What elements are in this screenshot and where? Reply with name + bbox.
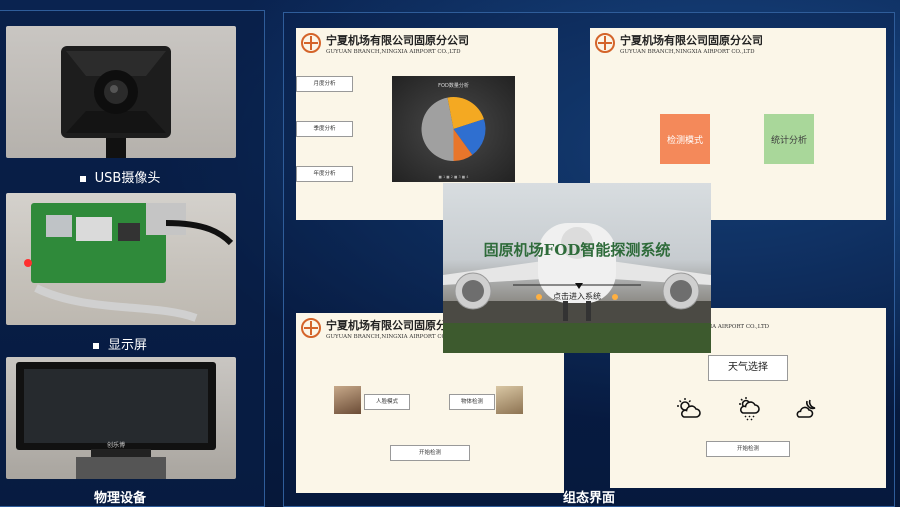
airport-logo-icon xyxy=(595,33,615,53)
detect-mode-button[interactable]: 检测模式 xyxy=(660,114,710,164)
device-brand-label: 创乐博 xyxy=(107,441,125,449)
weather-select-title[interactable]: 天气选择 xyxy=(708,355,788,381)
splash-title: 固原机场FOD智能探测系统 xyxy=(483,241,671,259)
usb-camera-caption: USB摄像头 xyxy=(0,167,240,186)
airport-logo-icon xyxy=(301,318,321,338)
usb-camera-photo xyxy=(6,26,236,158)
airport-logo-icon xyxy=(301,33,321,53)
quarterly-analysis-button[interactable]: 季度分析 xyxy=(296,121,353,137)
company-name-en: GUYUAN BRANCH,NINGXIA AIRPORT CO.,LTD xyxy=(620,49,755,55)
company-logo: 宁夏机场有限公司固原分公司 GUYUAN BRANCH,NINGXIA AIRP… xyxy=(300,32,469,55)
display-board-photo xyxy=(6,193,236,325)
person-thumbnail xyxy=(334,386,361,414)
physical-devices-caption: 物理设备 xyxy=(93,491,146,506)
start-detect-button[interactable]: 开始检测 xyxy=(390,445,470,461)
person-mode-button[interactable]: 人脸模式 xyxy=(364,394,410,410)
company-name-en: GUYUAN BRANCH,NINGXIA AIRPORT CO.,LTD xyxy=(326,49,461,55)
detect-mode-label: 检测模式 xyxy=(666,135,703,146)
company-name-en-partial: IA AIRPORT CO.,LTD xyxy=(710,324,770,330)
weather-start-detect-button[interactable]: 开始检测 xyxy=(706,441,790,457)
yearly-analysis-button[interactable]: 年度分析 xyxy=(296,166,353,182)
pie-svg xyxy=(421,97,486,161)
cloudy-night-icon[interactable] xyxy=(794,397,818,421)
physical-devices-panel: USB摄像头 显示屏 创乐博 物理设备 xyxy=(0,10,265,507)
monitor-device-photo: 创乐博 xyxy=(6,357,236,479)
splash-screen: 固原机场FOD智能探测系统 点击进入系统 xyxy=(443,183,711,353)
company-name-cn: 宁夏机场有限公司固原分公司 xyxy=(326,34,469,47)
display-caption: 显示屏 xyxy=(0,334,240,353)
monthly-analysis-button[interactable]: 月度分析 xyxy=(296,76,353,92)
pie-slice-1 xyxy=(421,97,454,161)
chart-title: FOD数量分析 xyxy=(438,83,469,89)
company-name-cn: 宁夏机场有限公司固原分公司 xyxy=(620,34,763,47)
configuration-ui-panel: 宁夏机场有限公司固原分公司 GUYUAN BRANCH,NINGXIA AIRP… xyxy=(283,12,895,507)
snow-icon[interactable] xyxy=(736,396,762,422)
stats-analysis-label: 统计分析 xyxy=(770,135,807,146)
chart-legend: ■ 1 ■ 2 ■ 3 ■ 4 xyxy=(438,175,469,179)
chair-thumbnail xyxy=(496,386,523,414)
configuration-ui-caption: 组态界面 xyxy=(562,491,615,506)
partly-cloudy-icon[interactable] xyxy=(676,397,702,421)
airplane-photo xyxy=(443,223,711,353)
fod-pie-chart: FOD数量分析 ■ 1 ■ 2 ■ 3 ■ 4 xyxy=(392,76,515,182)
stats-analysis-button[interactable]: 统计分析 xyxy=(764,114,814,164)
company-logo: 宁夏机场有限公司固原分公司 GUYUAN BRANCH,NINGXIA AIRP… xyxy=(594,32,763,55)
enter-system-button[interactable]: 点击进入系统 xyxy=(443,291,711,302)
object-detect-button[interactable]: 物体检测 xyxy=(449,394,495,410)
